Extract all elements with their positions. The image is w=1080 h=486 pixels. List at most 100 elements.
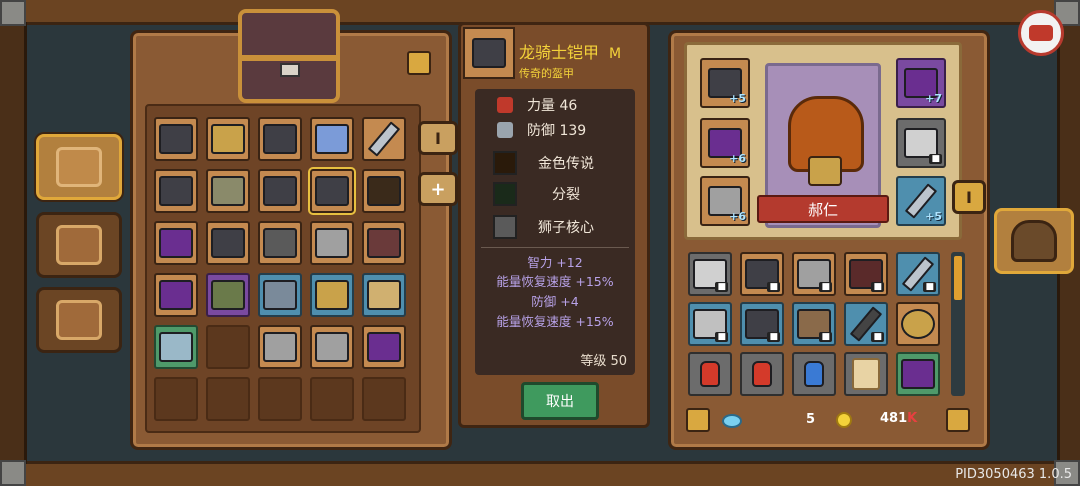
inventory-slot-selected[interactable] <box>308 167 356 215</box>
inventory-slot[interactable] <box>154 221 198 265</box>
armor-icon <box>367 176 401 206</box>
equip-slot-boots[interactable]: +6 <box>700 176 750 226</box>
upgrade-level: +5 <box>729 92 746 105</box>
inventory-slot[interactable] <box>896 302 940 346</box>
inventory-slot-empty[interactable] <box>206 325 250 369</box>
inventory-slot[interactable]: ■ <box>896 252 940 296</box>
helmet-tab[interactable] <box>994 208 1074 274</box>
inventory-slot[interactable] <box>310 325 354 369</box>
stat-label: 力量 46 <box>527 98 578 114</box>
equip-slot-weapon[interactable]: +5 <box>700 58 750 108</box>
shield-icon <box>497 122 513 138</box>
equip-slot-locked[interactable]: ■ <box>896 118 946 168</box>
add-button[interactable]: + <box>418 172 458 206</box>
upgrade-level: +6 <box>729 152 746 165</box>
inventory-slot[interactable] <box>844 352 888 396</box>
inventory-slot[interactable] <box>154 325 198 369</box>
sidebar-tab-exchange[interactable] <box>36 287 122 353</box>
exchange-chest-icon <box>56 300 102 340</box>
trait-row: 分裂 <box>475 180 635 208</box>
inventory-slot[interactable]: ■ <box>792 302 836 346</box>
sort-button[interactable] <box>946 408 970 432</box>
inventory-slot[interactable]: ■ <box>740 302 784 346</box>
inventory-slot[interactable] <box>258 325 302 369</box>
inventory-slot[interactable] <box>362 117 406 161</box>
inventory-slot[interactable] <box>792 352 836 396</box>
inventory-slot[interactable] <box>688 352 732 396</box>
inventory-slot-empty[interactable] <box>258 377 302 421</box>
inventory-slot[interactable] <box>896 352 940 396</box>
equip-slot-cloak[interactable]: +7 <box>896 58 946 108</box>
crown-icon <box>315 280 349 310</box>
close-icon <box>1029 25 1053 41</box>
grid-view-button[interactable] <box>407 51 431 75</box>
boots-icon <box>263 332 297 362</box>
shield-icon <box>808 156 842 186</box>
lock-icon: ■ <box>767 282 780 292</box>
cloak-icon <box>211 280 245 310</box>
crossbow-icon <box>211 124 245 154</box>
upgrade-level: +5 <box>925 210 942 223</box>
fist-icon <box>497 97 513 113</box>
inventory-slot[interactable]: ■ <box>792 252 836 296</box>
lock-toggle-button[interactable] <box>686 408 710 432</box>
item-level: 等级 50 <box>580 354 627 369</box>
toggle-equip-button[interactable]: I <box>418 121 458 155</box>
lock-icon: ■ <box>819 332 832 342</box>
inventory-slot[interactable] <box>310 221 354 265</box>
bonus-line: 智力 +12 <box>527 255 583 270</box>
inventory-slot[interactable] <box>206 221 250 265</box>
scroll-icon <box>852 358 880 390</box>
item-detail-panel: 龙骑士铠甲 M 传奇的盔甲 力量 46 防御 139 金色传说 分裂 狮子核心 … <box>458 22 650 428</box>
boots-icon <box>315 228 349 258</box>
scrollbar-thumb[interactable] <box>954 256 962 300</box>
medal-icon <box>901 309 935 339</box>
inventory-slot[interactable] <box>206 117 250 161</box>
equip-toggle-button[interactable]: I <box>952 180 986 214</box>
red-potion-icon <box>700 361 720 387</box>
inventory-slot[interactable] <box>310 273 354 317</box>
inventory-slot[interactable] <box>206 273 250 317</box>
staff-icon <box>315 124 349 154</box>
inventory-slot[interactable]: ■ <box>844 252 888 296</box>
armor-icon <box>315 176 349 206</box>
ring-icon <box>159 280 193 310</box>
inventory-slot[interactable] <box>206 169 250 213</box>
inventory-slot-empty[interactable] <box>362 377 406 421</box>
close-button[interactable] <box>1018 10 1064 56</box>
inventory-slot[interactable] <box>154 117 198 161</box>
inventory-slot[interactable] <box>362 325 406 369</box>
inventory-slot-empty[interactable] <box>310 377 354 421</box>
inventory-slot[interactable] <box>258 273 302 317</box>
inventory-slot[interactable]: ■ <box>844 302 888 346</box>
inventory-slot[interactable] <box>362 169 406 213</box>
scroll-icon <box>263 280 297 310</box>
trait-row: 狮子核心 <box>475 213 635 241</box>
inventory-slot[interactable] <box>362 221 406 265</box>
inventory-slot[interactable] <box>258 169 302 213</box>
inventory-slot[interactable]: ■ <box>688 302 732 346</box>
equip-slot-ring[interactable]: +6 <box>700 118 750 168</box>
sidebar-tab-chest[interactable] <box>36 134 122 200</box>
sidebar-tab-codex[interactable] <box>36 212 122 278</box>
armor-icon <box>901 359 935 389</box>
inventory-slot-empty[interactable] <box>206 377 250 421</box>
inventory-slot-empty[interactable] <box>154 377 198 421</box>
glove-icon <box>159 228 193 258</box>
divider <box>481 247 629 248</box>
inventory-slot[interactable] <box>258 117 302 161</box>
inventory-slot[interactable] <box>362 273 406 317</box>
inventory-slot[interactable]: ■ <box>740 252 784 296</box>
bottom-wood-border <box>0 461 1080 486</box>
equip-slot-sword[interactable]: +5 <box>896 176 946 226</box>
inventory-slot[interactable] <box>310 117 354 161</box>
inventory-slot[interactable] <box>258 221 302 265</box>
inventory-slot[interactable] <box>154 273 198 317</box>
inventory-slot[interactable] <box>154 169 198 213</box>
take-out-button[interactable]: 取出 <box>521 382 599 420</box>
chest-icon <box>238 9 340 103</box>
inventory-slot[interactable]: ■ <box>688 252 732 296</box>
helmet-icon <box>159 176 193 206</box>
inventory-slot[interactable] <box>740 352 784 396</box>
ring-icon <box>367 228 401 258</box>
